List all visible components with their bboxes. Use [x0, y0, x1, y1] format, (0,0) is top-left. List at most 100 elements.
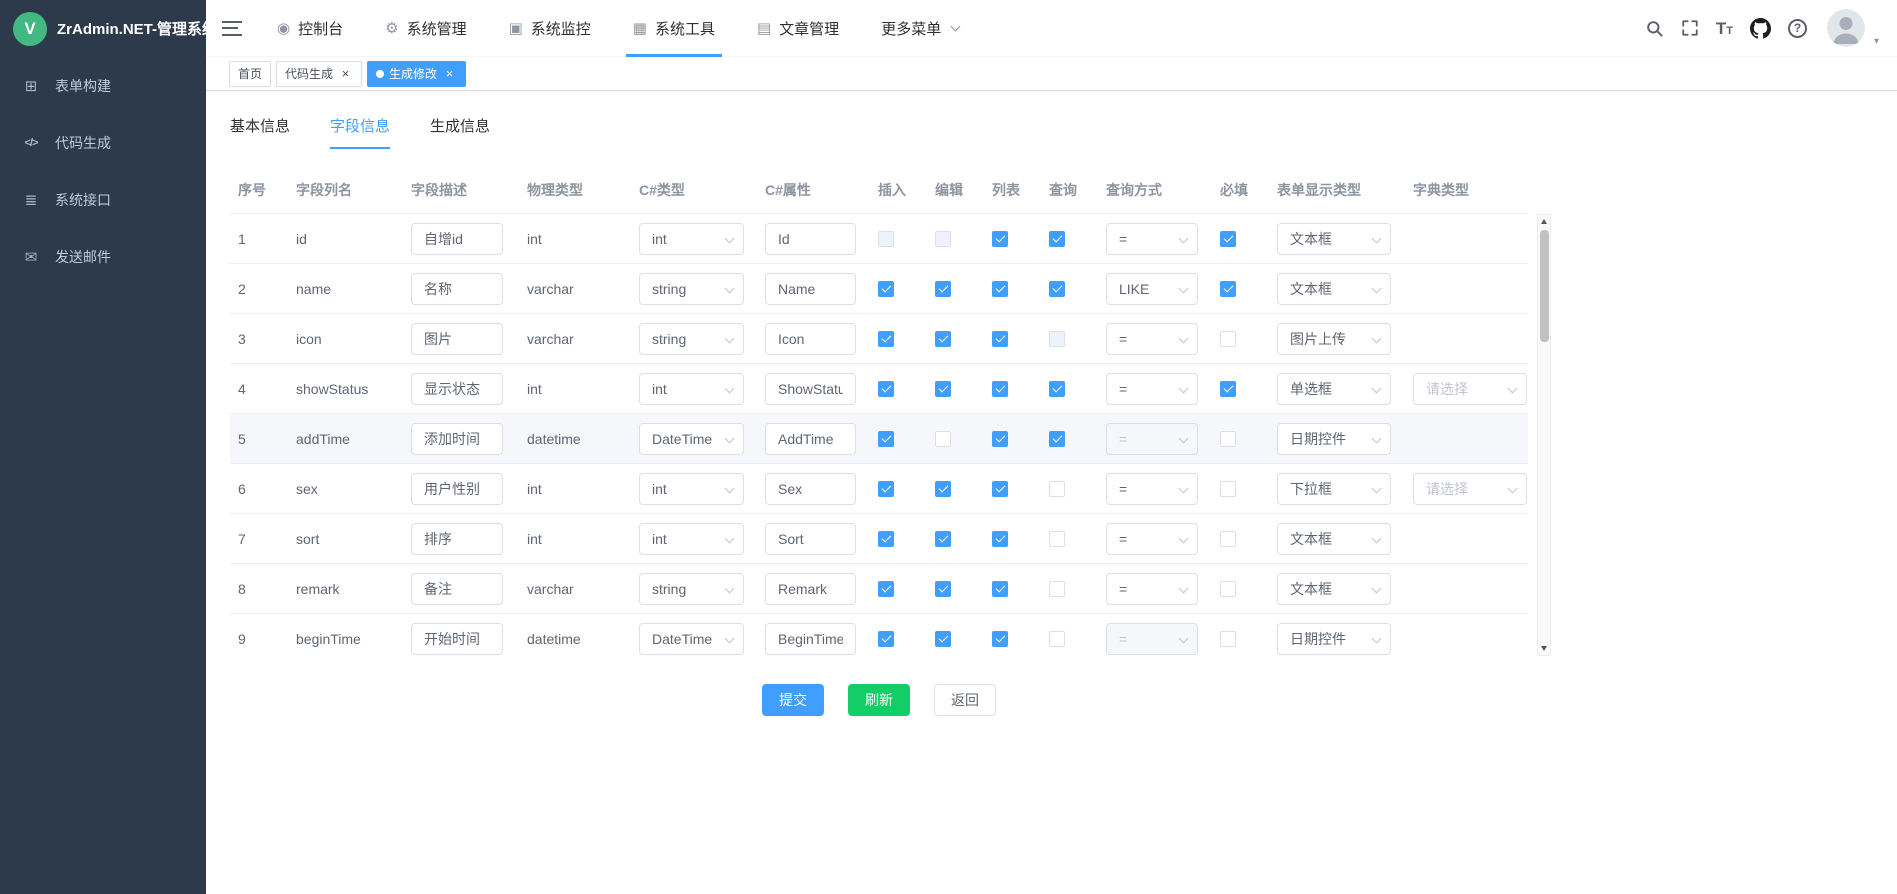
- sidebar-item-system-api[interactable]: ≣系统接口: [0, 171, 206, 228]
- query-checkbox[interactable]: [1049, 231, 1065, 247]
- display-type-select[interactable]: 单选框: [1277, 373, 1391, 405]
- topnav-item-system-monitor[interactable]: ▣系统监控: [488, 0, 612, 57]
- csharp-prop-input[interactable]: [765, 473, 856, 505]
- tag-item[interactable]: 首页: [229, 61, 271, 87]
- dict-type-select[interactable]: 请选择: [1413, 373, 1527, 405]
- list-checkbox[interactable]: [992, 431, 1008, 447]
- list-checkbox[interactable]: [992, 631, 1008, 647]
- insert-checkbox[interactable]: [878, 381, 894, 397]
- edit-checkbox[interactable]: [935, 281, 951, 297]
- tag-item[interactable]: 代码生成×: [276, 61, 362, 87]
- required-checkbox[interactable]: [1220, 231, 1236, 247]
- display-type-select[interactable]: 文本框: [1277, 223, 1391, 255]
- csharp-type-select[interactable]: int: [639, 223, 744, 255]
- query-mode-select[interactable]: =: [1106, 473, 1198, 505]
- query-mode-select[interactable]: =: [1106, 373, 1198, 405]
- topnav-item-article-admin[interactable]: ▤文章管理: [736, 0, 860, 57]
- back-button[interactable]: 返回: [934, 684, 996, 716]
- required-checkbox[interactable]: [1220, 581, 1236, 597]
- csharp-type-select[interactable]: int: [639, 473, 744, 505]
- insert-checkbox[interactable]: [878, 531, 894, 547]
- query-mode-select[interactable]: =: [1106, 323, 1198, 355]
- required-checkbox[interactable]: [1220, 331, 1236, 347]
- help-icon[interactable]: ?: [1788, 19, 1807, 38]
- required-checkbox[interactable]: [1220, 431, 1236, 447]
- description-input[interactable]: [411, 323, 503, 355]
- search-icon[interactable]: [1645, 19, 1664, 38]
- required-checkbox[interactable]: [1220, 281, 1236, 297]
- list-checkbox[interactable]: [992, 331, 1008, 347]
- description-input[interactable]: [411, 373, 503, 405]
- display-type-select[interactable]: 文本框: [1277, 273, 1391, 305]
- query-checkbox[interactable]: [1049, 581, 1065, 597]
- query-checkbox[interactable]: [1049, 431, 1065, 447]
- display-type-select[interactable]: 下拉框: [1277, 473, 1391, 505]
- tab-basic[interactable]: 基本信息: [230, 115, 290, 149]
- csharp-type-select[interactable]: string: [639, 323, 744, 355]
- description-input[interactable]: [411, 523, 503, 555]
- csharp-prop-input[interactable]: [765, 573, 856, 605]
- query-checkbox[interactable]: [1049, 481, 1065, 497]
- tag-item[interactable]: 生成修改×: [367, 61, 466, 87]
- query-mode-select[interactable]: =: [1106, 223, 1198, 255]
- list-checkbox[interactable]: [992, 531, 1008, 547]
- query-mode-select[interactable]: =: [1106, 573, 1198, 605]
- display-type-select[interactable]: 图片上传: [1277, 323, 1391, 355]
- tag-close-icon[interactable]: ×: [442, 66, 457, 81]
- insert-checkbox[interactable]: [878, 581, 894, 597]
- query-checkbox[interactable]: [1049, 281, 1065, 297]
- sidebar-item-code-gen[interactable]: </>代码生成: [0, 114, 206, 171]
- insert-checkbox[interactable]: [878, 431, 894, 447]
- dict-type-select[interactable]: 请选择: [1413, 473, 1527, 505]
- display-type-select[interactable]: 文本框: [1277, 523, 1391, 555]
- required-checkbox[interactable]: [1220, 531, 1236, 547]
- description-input[interactable]: [411, 423, 503, 455]
- topnav-item-dashboard[interactable]: ◉控制台: [256, 0, 364, 57]
- description-input[interactable]: [411, 273, 503, 305]
- csharp-type-select[interactable]: int: [639, 523, 744, 555]
- insert-checkbox[interactable]: [878, 631, 894, 647]
- menu-collapse-icon[interactable]: [222, 21, 242, 36]
- scroll-down-button[interactable]: [1538, 642, 1550, 655]
- csharp-type-select[interactable]: DateTime: [639, 423, 744, 455]
- edit-checkbox[interactable]: [935, 631, 951, 647]
- tag-close-icon[interactable]: ×: [338, 66, 353, 81]
- list-checkbox[interactable]: [992, 231, 1008, 247]
- edit-checkbox[interactable]: [935, 331, 951, 347]
- edit-checkbox[interactable]: [935, 431, 951, 447]
- description-input[interactable]: [411, 223, 503, 255]
- query-checkbox[interactable]: [1049, 631, 1065, 647]
- scroll-up-button[interactable]: [1538, 215, 1550, 228]
- csharp-prop-input[interactable]: [765, 523, 856, 555]
- list-checkbox[interactable]: [992, 481, 1008, 497]
- query-checkbox[interactable]: [1049, 381, 1065, 397]
- required-checkbox[interactable]: [1220, 381, 1236, 397]
- insert-checkbox[interactable]: [878, 331, 894, 347]
- tab-generate[interactable]: 生成信息: [430, 115, 490, 149]
- csharp-prop-input[interactable]: [765, 223, 856, 255]
- topnav-item-system-tools[interactable]: ▦系统工具: [612, 0, 736, 57]
- csharp-prop-input[interactable]: [765, 423, 856, 455]
- display-type-select[interactable]: 日期控件: [1277, 423, 1391, 455]
- description-input[interactable]: [411, 473, 503, 505]
- fullscreen-icon[interactable]: [1681, 19, 1699, 37]
- list-checkbox[interactable]: [992, 581, 1008, 597]
- github-icon[interactable]: [1750, 18, 1771, 39]
- required-checkbox[interactable]: [1220, 481, 1236, 497]
- csharp-prop-input[interactable]: [765, 623, 856, 655]
- insert-checkbox[interactable]: [878, 481, 894, 497]
- edit-checkbox[interactable]: [935, 581, 951, 597]
- list-checkbox[interactable]: [992, 281, 1008, 297]
- display-type-select[interactable]: 日期控件: [1277, 623, 1391, 655]
- csharp-prop-input[interactable]: [765, 373, 856, 405]
- query-checkbox[interactable]: [1049, 531, 1065, 547]
- csharp-prop-input[interactable]: [765, 273, 856, 305]
- query-mode-select[interactable]: =: [1106, 523, 1198, 555]
- topnav-item-system-admin[interactable]: ⚙系统管理: [364, 0, 487, 57]
- csharp-type-select[interactable]: DateTime: [639, 623, 744, 655]
- description-input[interactable]: [411, 623, 503, 655]
- sidebar-item-send-mail[interactable]: ✉发送邮件: [0, 228, 206, 285]
- required-checkbox[interactable]: [1220, 631, 1236, 647]
- query-mode-select[interactable]: LIKE: [1106, 273, 1198, 305]
- list-checkbox[interactable]: [992, 381, 1008, 397]
